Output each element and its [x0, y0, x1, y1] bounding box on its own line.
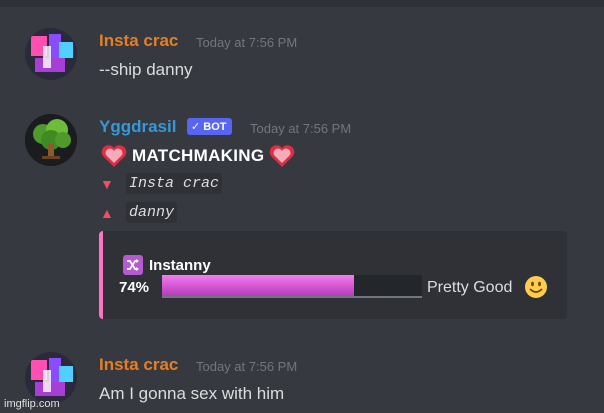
ship-user-1: Insta crac: [126, 173, 223, 194]
triangle-down-icon: ▼: [100, 175, 114, 192]
tree-avatar-icon: [25, 114, 77, 166]
love-progress-fill: [162, 275, 355, 296]
bot-badge: ✓ BOT: [187, 118, 232, 135]
smile-emoji-icon: [525, 276, 547, 298]
bot-username[interactable]: Yggdrasil: [99, 117, 176, 137]
message-text: Am I gonna sex with him: [99, 384, 285, 403]
timestamp: Today at 7:56 PM: [250, 121, 352, 136]
timestamp: Today at 7:56 PM: [196, 35, 298, 50]
watermark-text: imgflip.com: [4, 398, 60, 410]
love-progress-bar: [162, 275, 422, 298]
shuffle-icon: [123, 255, 143, 275]
ship-user-2: danny: [126, 202, 178, 223]
ship-name: Instanny: [149, 256, 211, 274]
top-edge: [0, 0, 604, 7]
ship-user-1-line: ▼ Insta crac: [100, 173, 223, 194]
avatar[interactable]: [25, 28, 77, 80]
ship-user-2-line: ▲ danny: [100, 202, 178, 223]
percent-label: 74%: [119, 279, 150, 296]
timestamp: Today at 7:56 PM: [196, 359, 298, 374]
verdict-text: Pretty Good: [427, 279, 513, 296]
message-text: --ship danny: [99, 60, 193, 79]
username[interactable]: Insta crac: [99, 31, 178, 51]
bot-avatar[interactable]: [25, 114, 77, 166]
avatar-image-icon: [25, 352, 77, 404]
avatar-image-icon: [25, 28, 77, 80]
triangle-up-icon: ▲: [100, 204, 114, 221]
matchmaking-title: MATCHMAKING: [132, 146, 265, 165]
matchmaking-title-line: MATCHMAKING: [100, 144, 296, 168]
heart-icon: [101, 145, 127, 167]
username[interactable]: Insta crac: [99, 355, 178, 375]
heart-icon: [270, 145, 295, 167]
embed-title: Instanny: [123, 255, 211, 275]
ship-embed: Instanny 74% Pretty Good: [99, 231, 567, 319]
avatar[interactable]: [25, 352, 77, 404]
